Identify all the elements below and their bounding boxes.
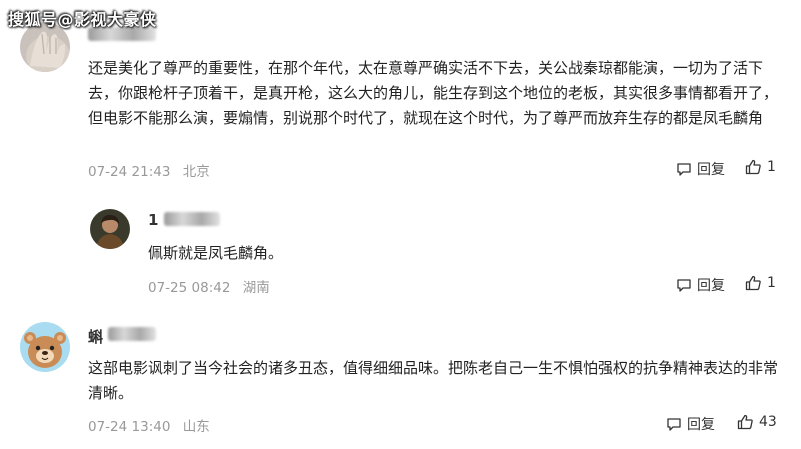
thumbs-up-icon <box>745 275 761 291</box>
comment-date: 07-25 08:42 <box>148 280 231 296</box>
avatar[interactable] <box>20 322 70 372</box>
comment-date: 07-24 21:43 <box>88 164 171 180</box>
username-text: 1 <box>148 211 159 229</box>
reply-label: 回复 <box>697 162 725 178</box>
reply-label: 回复 <box>697 278 725 294</box>
like-button[interactable]: 1 <box>745 159 776 175</box>
comment-body: 这部电影讽刺了当今社会的诸多丑态，值得细细品味。把陈老自己一生不惧怕强权的抗争精… <box>88 359 779 402</box>
reply-button[interactable]: 回复 <box>676 275 725 295</box>
comment-location: 北京 <box>182 164 210 180</box>
comment-date: 07-24 13:40 <box>88 419 171 435</box>
thumbs-up-icon <box>745 159 761 175</box>
reply-label: 回复 <box>687 417 715 433</box>
comment-body: 佩斯就是凤毛麟角。 <box>148 244 284 262</box>
comment-meta: 07-25 08:42 湖南 <box>148 276 278 296</box>
comment-icon <box>667 418 681 431</box>
like-button[interactable]: 43 <box>737 414 777 430</box>
username-blur <box>108 327 157 341</box>
watermark: 搜狐号@影视大豪侠 <box>8 10 157 29</box>
comment-location: 山东 <box>182 419 210 435</box>
username-blur <box>163 212 220 226</box>
like-count: 1 <box>767 275 776 291</box>
comment-icon <box>677 279 691 292</box>
avatar[interactable] <box>90 209 130 249</box>
like-count: 43 <box>759 414 777 430</box>
reply-button[interactable]: 回复 <box>666 414 715 434</box>
comment-body: 还是美化了尊严的重要性，在那个年代，太在意尊严确实活不下去，关公战秦琼都能演，一… <box>88 59 779 127</box>
comment-icon <box>677 163 691 176</box>
comment-location: 湖南 <box>242 280 270 296</box>
like-button[interactable]: 1 <box>745 275 776 291</box>
reply-button[interactable]: 回复 <box>676 159 725 179</box>
comment-meta: 07-24 13:40 山东 <box>88 415 218 435</box>
username[interactable]: 蝌 <box>88 326 157 346</box>
thumbs-up-icon <box>737 414 753 430</box>
username[interactable]: 1 <box>148 211 220 229</box>
username-text: 蝌 <box>88 328 104 346</box>
like-count: 1 <box>767 159 776 175</box>
comment-meta: 07-24 21:43 北京 <box>88 160 218 180</box>
